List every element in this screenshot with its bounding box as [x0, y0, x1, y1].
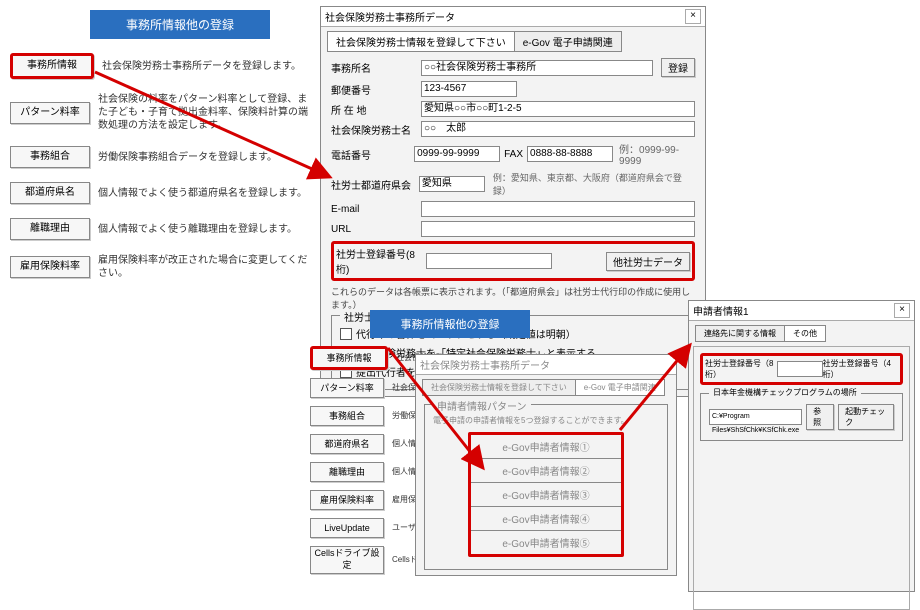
input-reg8[interactable] [426, 253, 552, 269]
tab-egov[interactable]: e-Gov 電子申請関連 [514, 31, 622, 52]
run-check-button[interactable]: 起動チェック [838, 404, 894, 430]
label-url: URL [331, 224, 421, 235]
input-pref[interactable]: 愛知県 [419, 176, 485, 192]
label-zip: 郵便番号 [331, 82, 421, 97]
nav-desc: 雇用保険料率が改正された場合に変更してください。 [98, 254, 310, 280]
input-email[interactable] [421, 201, 695, 217]
nav-desc: 個人情報でよく使う離職理由を登録します。 [98, 223, 310, 236]
pattern-group-title: 申請者情報パターン [433, 398, 531, 413]
other-sr-data-button[interactable]: 他社労士データ [606, 252, 690, 271]
nav-btn-prefecture[interactable]: 都道府県名 [10, 182, 90, 204]
register-button[interactable]: 登録 [661, 58, 695, 77]
egov-pattern-dialog: 社会保険労務士事務所データ 社会保険労務士情報を登録して下さい e-Gov 電子… [415, 354, 677, 576]
dialog-title: 申請者情報1 [693, 303, 749, 318]
egov-info-5[interactable]: e-Gov申請者情報⑤ [471, 531, 621, 554]
dialog-title: 社会保険労務士事務所データ [325, 9, 455, 24]
nav-btn-leave-reason[interactable]: 離職理由 [10, 218, 90, 240]
label-sr-name: 社会保険労務士名 [331, 122, 421, 137]
nav-btn-office-info-2[interactable]: 事務所情報 [310, 346, 388, 370]
pref-hint: 例：愛知県、東京都、大阪府（都道府県会で登録） [493, 171, 695, 197]
egov-info-2[interactable]: e-Gov申請者情報② [471, 459, 621, 483]
input-tel[interactable]: 0999-99-9999 [414, 146, 500, 162]
dialog-title: 社会保険労務士事務所データ [420, 357, 550, 372]
input-ja-check-path[interactable]: C:¥Program Files¥ShSfChk¥KSfChk.exe [709, 409, 802, 425]
label-email: E-mail [331, 204, 421, 215]
nav-btn-union[interactable]: 事務組合 [10, 146, 90, 168]
tab-egov-2[interactable]: e-Gov 電子申請関連 [575, 379, 665, 396]
upper-register-block: 事務所情報他の登録 事務所情報 社会保険労務士事務所データを登録します。 パター… [10, 10, 310, 294]
input-reg8-b[interactable] [777, 361, 823, 377]
input-office-name[interactable]: ○○社会保険労務士事務所 [421, 60, 653, 76]
label-pref: 社労士都道府県会 [331, 177, 419, 192]
input-sr-name[interactable]: ○○ 太郎 [421, 121, 695, 137]
block-header: 事務所情報他の登録 [90, 10, 270, 39]
tab-sr-info[interactable]: 社会保険労務士情報を登録して下さい [327, 31, 515, 52]
nav-btn-emp-ins-rate[interactable]: 雇用保険料率 [10, 256, 90, 278]
nav-btn-union-2[interactable]: 事務組合 [310, 406, 384, 426]
nav-btn-office-info[interactable]: 事務所情報 [10, 53, 94, 79]
close-icon[interactable]: × [894, 303, 910, 318]
nav-btn-cells-drive[interactable]: Cellsドライブ設定 [310, 546, 384, 574]
pattern-note: 電子申請の申請者情報を5つ登録することができます。 [433, 415, 659, 426]
label-address: 所 在 地 [331, 102, 421, 117]
nav-btn-pref-2[interactable]: 都道府県名 [310, 434, 384, 454]
egov-info-list: e-Gov申請者情報① e-Gov申請者情報② e-Gov申請者情報③ e-Go… [468, 432, 624, 557]
label-reg4: 社労士登録番号（4桁） [823, 358, 898, 380]
input-address[interactable]: 愛知県○○市○○町1-2-5 [421, 101, 695, 117]
tel-example: 例：0999-99-9999 [619, 141, 695, 167]
egov-info-1[interactable]: e-Gov申請者情報① [471, 435, 621, 459]
egov-info-3[interactable]: e-Gov申請者情報③ [471, 483, 621, 507]
block-header: 事務所情報他の登録 [370, 310, 530, 338]
nav-desc: 社会保険労務士事務所データを登録します。 [102, 60, 310, 73]
ja-check-group-title: 日本年金機構チェックプログラムの場所 [709, 387, 861, 398]
label-tel: 電話番号 [331, 147, 414, 162]
input-url[interactable] [421, 221, 695, 237]
nav-btn-pattern-rate-2[interactable]: パターン料率 [310, 378, 384, 398]
applicant-info-dialog: 申請者情報1 × 連絡先に関する情報 その他 社労士登録番号（8桁） 社労士登録… [688, 300, 915, 592]
label-office-name: 事務所名 [331, 60, 421, 75]
nav-desc: 労働保険事務組合データを登録します。 [98, 151, 310, 164]
nav-btn-emp-ins-2[interactable]: 雇用保険料率 [310, 490, 384, 510]
nav-desc: 社会保険の料率をパターン料率として登録、また子ども・子育て拠出金料率、保険料計算… [98, 93, 310, 132]
close-icon[interactable]: × [685, 9, 701, 24]
input-zip[interactable]: 123-4567 [421, 81, 517, 97]
nav-btn-liveupdate[interactable]: LiveUpdate [310, 518, 384, 538]
tab-contact-info[interactable]: 連絡先に関する情報 [695, 325, 785, 342]
tab-sr-info-2[interactable]: 社会保険労務士情報を登録して下さい [422, 379, 576, 396]
tab-other[interactable]: その他 [784, 325, 826, 342]
nav-btn-pattern-rate[interactable]: パターン料率 [10, 102, 90, 124]
egov-info-4[interactable]: e-Gov申請者情報④ [471, 507, 621, 531]
label-reg8: 社労士登録番号(8桁) [336, 246, 426, 276]
form-hint: これらのデータは各帳票に表示されます。（「都道府県会」は社労士代行印の作成に使用… [331, 285, 695, 311]
label-fax: FAX [504, 149, 523, 160]
nav-desc: 個人情報でよく使う都道府県名を登録します。 [98, 187, 310, 200]
input-fax[interactable]: 0888-88-8888 [527, 146, 613, 162]
label-reg8-b: 社労士登録番号（8桁） [705, 358, 777, 380]
nav-btn-leave-2[interactable]: 離職理由 [310, 462, 384, 482]
browse-button[interactable]: 参照 [806, 404, 834, 430]
